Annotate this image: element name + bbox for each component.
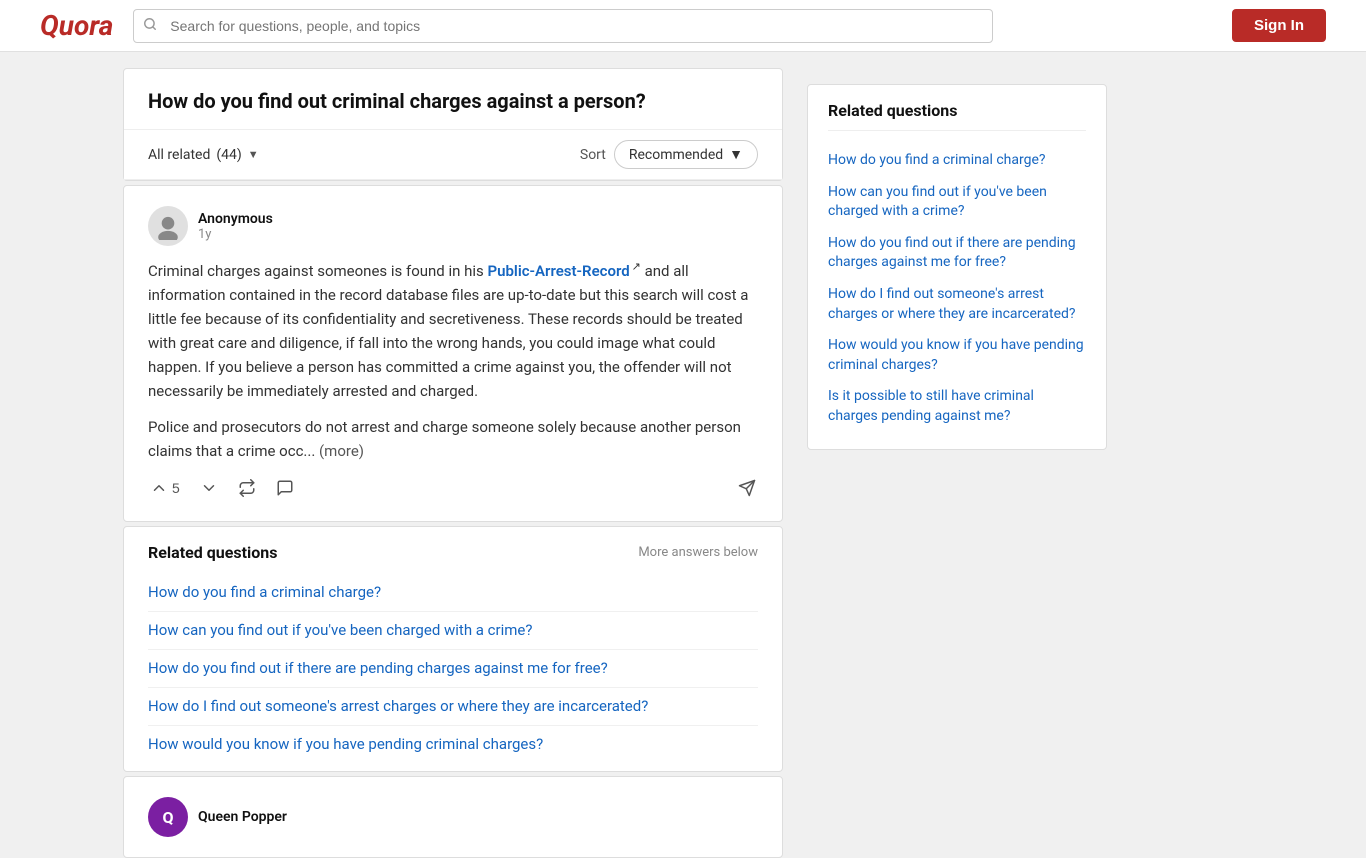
sign-in-button[interactable]: Sign In [1232,9,1326,42]
answer-author: Anonymous 1y [148,206,758,246]
quora-logo[interactable]: Quora [40,9,113,42]
share-button[interactable] [736,475,758,501]
question-title: How do you find out criminal charges aga… [124,69,782,130]
upvote-count: 5 [172,480,180,496]
sidebar-card: Related questions How do you find a crim… [807,84,1107,450]
author-info: Anonymous 1y [198,211,273,242]
sidebar-link-5[interactable]: How would you know if you have pending c… [828,330,1086,381]
filter-bar: All related (44) ▼ Sort Recommended ▼ [124,130,782,180]
search-icon [143,17,157,35]
author-name: Anonymous [198,211,273,227]
sidebar-link-1[interactable]: How do you find a criminal charge? [828,145,1086,177]
answer-body-after-link: and all information contained in the rec… [148,262,748,400]
comment-icon [276,479,294,497]
external-link-icon: ↗ [632,260,641,273]
all-related-filter[interactable]: All related (44) ▼ [148,147,259,163]
answer-text: Criminal charges against someones is fou… [148,258,758,403]
related-inline-header: Related questions More answers below [148,543,758,562]
sidebar-link-6[interactable]: Is it possible to still have criminal ch… [828,381,1086,432]
related-questions-inline: Related questions More answers below How… [123,526,783,772]
downvote-button[interactable] [198,475,220,501]
search-input[interactable] [133,9,993,43]
page-wrapper: How do you find out criminal charges aga… [83,0,1283,858]
sidebar-link-4[interactable]: How do I find out someone's arrest charg… [828,279,1086,330]
header-right: Sign In [1232,9,1326,42]
comment-button[interactable] [274,475,296,501]
all-related-label: All related [148,147,210,163]
sidebar-link-2[interactable]: How can you find out if you've been char… [828,177,1086,228]
answer-body-before-link: Criminal charges against someones is fou… [148,262,488,280]
downvote-icon [200,479,218,497]
answer-card: Anonymous 1y Criminal charges against so… [123,185,783,522]
header: Quora Sign In [0,0,1366,52]
all-related-count: (44) [216,147,241,163]
arrest-record-link[interactable]: Public-Arrest-Record [488,262,630,280]
next-author-name: Queen Popper [198,809,287,825]
answer-actions: 5 [148,475,758,501]
answer-time: 1y [198,227,273,242]
sort-value: Recommended [629,147,723,163]
next-answer-preview: Q Queen Popper [123,776,783,858]
upvote-button[interactable]: 5 [148,475,182,501]
reshare-button[interactable] [236,475,258,501]
related-link-2[interactable]: How can you find out if you've been char… [148,612,758,650]
related-link-4[interactable]: How do I find out someone's arrest charg… [148,688,758,726]
sidebar-title: Related questions [828,101,1086,131]
avatar [148,206,188,246]
related-inline-title: Related questions [148,543,277,562]
chevron-down-icon: ▼ [248,148,259,161]
sort-chevron-icon: ▼ [729,146,743,163]
more-answers-label: More answers below [638,545,758,560]
sidebar: Related questions How do you find a crim… [807,68,1107,858]
queen-avatar: Q [148,797,188,837]
reshare-icon [238,479,256,497]
related-link-1[interactable]: How do you find a criminal charge? [148,574,758,612]
question-card: How do you find out criminal charges aga… [123,68,783,181]
related-link-3[interactable]: How do you find out if there are pending… [148,650,758,688]
share-icon [738,479,756,497]
answer-text-para2: Police and prosecutors do not arrest and… [148,415,758,463]
sort-dropdown[interactable]: Recommended ▼ [614,140,758,169]
search-bar [133,9,993,43]
sort-label: Sort [580,147,606,163]
more-link[interactable]: (more) [319,442,364,460]
upvote-icon [150,479,168,497]
related-link-5[interactable]: How would you know if you have pending c… [148,726,758,763]
main-content: How do you find out criminal charges aga… [123,68,783,858]
sidebar-link-3[interactable]: How do you find out if there are pending… [828,228,1086,279]
